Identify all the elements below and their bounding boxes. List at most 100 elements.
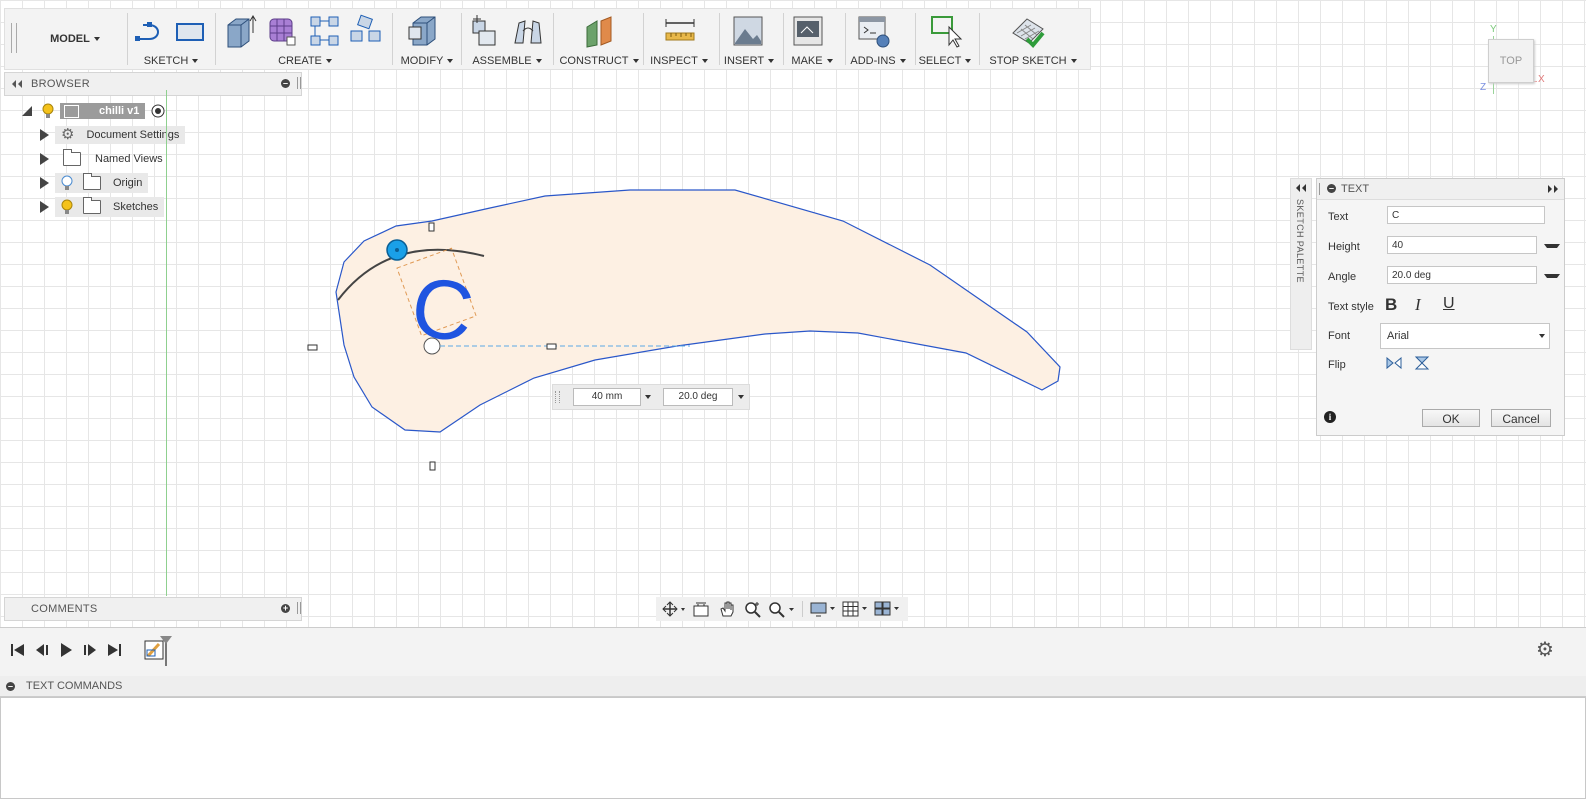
left-handle[interactable] [307,344,318,351]
inspect-menu[interactable]: INSPECT [647,55,711,67]
make-menu[interactable]: MAKE [785,55,839,67]
visibility-bulb-icon[interactable] [42,103,54,119]
dialog-grip[interactable] [1319,183,1322,195]
angle-inline-input[interactable]: 20.0 deg [663,388,733,406]
viewports-icon[interactable] [874,601,902,617]
sketch-canvas[interactable]: C [300,170,1100,490]
assemble-menu[interactable]: ASSEMBLE [467,55,547,67]
text-commands-collapse-icon[interactable]: – [6,682,15,691]
addins-menu[interactable]: ADD-INS [847,55,909,67]
pan-icon[interactable] [718,600,736,618]
font-dropdown-icon[interactable] [1539,334,1545,338]
sketch-menu[interactable]: SKETCH [141,55,201,67]
bold-button[interactable]: B [1385,295,1397,315]
orbit-icon[interactable] [662,601,686,617]
expand-toggle-icon[interactable] [40,129,49,141]
dialog-header[interactable]: – TEXT [1317,179,1564,200]
go-to-start-icon[interactable] [10,642,26,658]
workspace-switcher[interactable]: MODEL [25,9,125,69]
height-dropdown-icon[interactable] [645,395,651,399]
info-icon[interactable]: i [1324,411,1336,423]
select-menu[interactable]: SELECT [917,55,973,67]
step-forward-icon[interactable] [82,642,98,658]
measure-icon[interactable] [663,13,697,49]
flip-horizontal-icon[interactable] [1385,355,1403,371]
offset-plane-icon[interactable] [583,13,617,49]
tree-root[interactable]: chilli v1 [22,99,302,123]
create-sketch-icon[interactable] [133,13,167,49]
viewcube-face[interactable]: TOP [1488,39,1534,83]
comments-header[interactable]: COMMENTS + [4,597,302,621]
toolbar-grip[interactable] [11,23,17,53]
insert-image-icon[interactable] [731,13,765,49]
extrude-icon[interactable] [223,13,257,49]
height-dropdown-icon[interactable] [1544,244,1560,248]
add-comment-icon[interactable]: + [281,604,290,613]
midpoint-handle[interactable] [546,343,557,350]
height-input[interactable]: 40 [1387,236,1537,254]
dialog-expand-icon[interactable] [1547,184,1559,194]
visibility-bulb-icon[interactable] [61,199,73,215]
bottom-handle[interactable] [429,461,436,471]
rectangle-icon[interactable] [173,13,207,49]
mirror-icon[interactable] [349,13,383,49]
panel-grip[interactable] [297,77,301,89]
expand-toggle-icon[interactable] [40,201,49,213]
viewcube[interactable]: TOP Y X Z [1478,24,1578,96]
press-pull-icon[interactable] [407,13,441,49]
sketch-text[interactable]: C [406,259,479,361]
form-icon[interactable] [265,13,299,49]
go-to-end-icon[interactable] [106,642,122,658]
angle-input[interactable]: 20.0 deg [1387,266,1537,284]
underline-button[interactable]: U [1443,295,1455,313]
panel-grip[interactable] [297,602,301,614]
height-inline-input[interactable]: 40 mm [573,388,641,406]
font-select[interactable]: Arial [1380,323,1550,349]
pattern-icon[interactable] [307,13,341,49]
ok-button[interactable]: OK [1422,409,1480,427]
select-icon[interactable] [929,13,963,49]
timeline-marker-icon[interactable] [160,636,172,644]
joint-icon[interactable] [511,13,545,49]
step-back-icon[interactable] [34,642,50,658]
tree-item-sketches[interactable]: Sketches [40,195,302,219]
text-commands-area[interactable] [0,697,1586,799]
drag-grip[interactable] [555,391,560,403]
dialog-collapse-icon[interactable]: – [1327,184,1336,193]
timeline-settings-gear-icon[interactable]: ⚙ [1536,640,1554,660]
create-menu[interactable]: CREATE [265,55,345,67]
origin-handle-icon[interactable] [423,337,441,355]
3d-print-icon[interactable] [791,13,825,49]
cancel-button[interactable]: Cancel [1491,409,1551,427]
fit-icon[interactable] [768,600,796,618]
display-settings-icon[interactable] [810,601,838,617]
new-component-icon[interactable] [469,13,503,49]
component-root[interactable]: chilli v1 [60,103,146,119]
visibility-bulb-off-icon[interactable] [61,175,73,191]
activate-radio-icon[interactable] [151,104,165,118]
angle-dropdown-icon[interactable] [738,395,744,399]
stop-sketch-icon[interactable] [1011,13,1045,49]
tree-item-named-views[interactable]: Named Views [40,147,302,171]
tree-item-origin[interactable]: Origin [40,171,302,195]
insert-menu[interactable]: INSERT [723,55,775,67]
zoom-icon[interactable] [744,600,762,618]
italic-button[interactable]: I [1415,295,1421,315]
angle-dropdown-icon[interactable] [1544,274,1560,278]
text-commands-header[interactable]: – TEXT COMMANDS [0,676,1586,697]
expand-palette-icon[interactable] [1295,183,1307,193]
top-handle[interactable] [428,222,435,232]
sketch-palette-tab[interactable]: SKETCH PALETTE [1290,178,1312,350]
play-icon[interactable] [58,642,74,658]
flip-vertical-icon[interactable] [1413,355,1431,371]
expand-toggle-icon[interactable] [40,153,49,165]
expand-toggle-icon[interactable] [40,177,49,189]
modify-menu[interactable]: MODIFY [399,55,455,67]
look-at-icon[interactable] [692,601,710,617]
collapse-panel-icon[interactable] [11,79,23,89]
stop-sketch-menu[interactable]: STOP SKETCH [985,55,1081,67]
tree-item-document-settings[interactable]: ⚙ Document Settings [40,123,302,147]
scripts-addins-icon[interactable] [857,13,891,49]
grid-settings-icon[interactable] [842,601,870,617]
text-input[interactable]: C [1387,206,1545,224]
